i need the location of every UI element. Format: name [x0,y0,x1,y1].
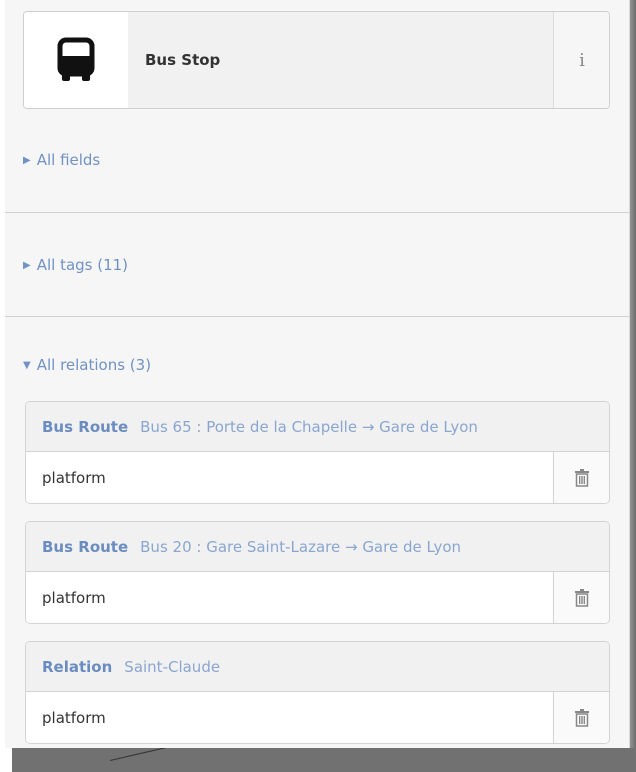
relation-role-input[interactable]: platform [26,452,553,503]
relation-type: Bus Route [42,417,129,436]
relation-role-value: platform [42,588,106,607]
preset-name-box[interactable]: Bus Stop [128,12,553,108]
trash-icon [575,588,589,607]
relation-header[interactable]: Relation Saint-Claude [26,642,609,692]
relation-type: Relation [42,657,113,676]
trash-icon [575,708,589,727]
relation-role-input[interactable]: platform [26,572,553,623]
bus-icon [57,37,95,81]
relation-role-input[interactable]: platform [26,692,553,743]
relation-role-value: platform [42,708,106,727]
trash-icon [575,468,589,487]
relation-name: Bus 65 : Porte de la Chapelle → Gare de … [140,417,478,436]
preset-header[interactable]: Bus Stop i [23,11,610,109]
triangle-right-icon: ▶ [23,154,31,166]
relation-type: Bus Route [42,537,129,556]
relation-header[interactable]: Bus Route Bus 20 : Gare Saint-Lazare → G… [26,522,609,572]
remove-relation-button[interactable] [553,452,609,503]
inspector-panel [5,0,630,748]
relation-name: Bus 20 : Gare Saint-Lazare → Gare de Lyo… [140,537,462,556]
all-relations-toggle[interactable]: ▼ All relations (3) [23,356,151,374]
relation-item: Relation Saint-Claude platform [25,641,610,744]
triangle-down-icon: ▼ [23,359,31,371]
all-fields-label: All fields [36,151,101,169]
divider [5,212,629,213]
relation-name: Saint-Claude [124,657,221,676]
preset-icon-box[interactable] [24,12,129,108]
relation-item: Bus Route Bus 65 : Porte de la Chapelle … [25,401,610,504]
all-tags-toggle[interactable]: ▶ All tags (11) [23,256,128,274]
triangle-right-icon: ▶ [23,259,31,271]
window-shadow-bottom [12,748,636,772]
relation-header[interactable]: Bus Route Bus 65 : Porte de la Chapelle … [26,402,609,452]
info-button[interactable]: i [553,12,609,108]
window-shadow-right [629,0,636,760]
divider [5,316,629,317]
relation-item: Bus Route Bus 20 : Gare Saint-Lazare → G… [25,521,610,624]
all-tags-label: All tags (11) [36,256,129,274]
all-fields-toggle[interactable]: ▶ All fields [23,151,100,169]
relation-role-value: platform [42,468,106,487]
remove-relation-button[interactable] [553,692,609,743]
preset-name: Bus Stop [145,51,221,69]
remove-relation-button[interactable] [553,572,609,623]
all-relations-label: All relations (3) [36,356,152,374]
